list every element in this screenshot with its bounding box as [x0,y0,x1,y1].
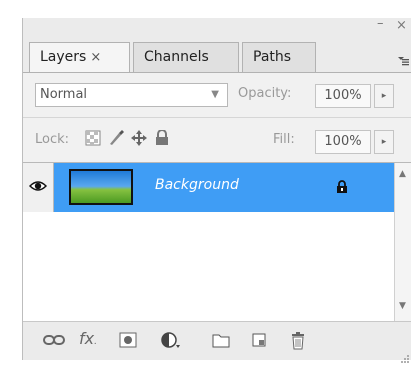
layers-panel: – × Layers × Channels Paths Normal ▼ Opac… [22,16,411,363]
new-adjustment-layer-icon[interactable] [161,332,183,352]
visibility-toggle[interactable] [23,163,54,212]
lock-all-icon[interactable] [155,129,169,148]
layer-name[interactable]: Background [155,177,239,193]
opacity-slider-button[interactable]: ▸ [374,84,394,108]
fill-input[interactable]: 100% [315,130,371,154]
new-layer-icon[interactable] [251,332,267,352]
opacity-input[interactable]: 100% [315,84,371,108]
resize-grip-icon[interactable] [401,348,410,367]
lock-fill-row: Lock: Fill: 100% ▸ [23,118,411,162]
delete-layer-icon[interactable] [290,332,306,352]
tab-channels[interactable]: Channels [133,42,239,72]
panel-menu-icon[interactable] [397,56,409,68]
tab-paths-label: Paths [253,49,292,65]
dropdown-arrow-icon: ▼ [211,89,219,100]
scroll-down-arrow-icon[interactable]: ▼ [399,301,406,311]
minimize-button[interactable]: – [377,16,384,31]
tab-paths[interactable]: Paths [242,42,316,72]
blend-opacity-row: Normal ▼ Opacity: 100% ▸ [23,73,411,117]
panel-titlebar: – × [23,16,411,40]
layer-thumbnail[interactable] [69,169,133,205]
layers-scrollbar[interactable]: ▲ ▼ [394,163,411,321]
layers-list: Background [23,163,394,321]
close-button[interactable]: × [396,18,407,33]
fill-label: Fill: [273,132,295,147]
fill-slider-button[interactable]: ▸ [374,130,394,154]
tab-layers[interactable]: Layers × [29,42,130,73]
scroll-up-arrow-icon[interactable]: ▲ [399,169,406,179]
add-layer-mask-icon[interactable] [119,332,137,352]
tab-close-icon[interactable]: × [90,50,101,65]
eye-icon [29,181,47,191]
blend-mode-value: Normal [40,87,88,102]
lock-transparent-pixels-icon[interactable] [85,130,101,148]
layer-lock-icon [336,179,348,198]
lock-image-pixels-icon[interactable] [108,130,124,148]
lock-position-icon[interactable] [131,130,147,148]
add-layer-style-icon[interactable]: fx. [79,329,97,349]
link-layers-icon[interactable] [43,332,65,352]
panel-body: Normal ▼ Opacity: 100% ▸ Lock: Fill: 100… [23,73,411,363]
tab-channels-label: Channels [144,49,209,65]
tab-layers-label: Layers [40,49,87,65]
window-left-edge [0,0,22,360]
new-group-icon[interactable] [212,332,230,352]
blend-mode-select[interactable]: Normal ▼ [35,83,228,107]
lock-label: Lock: [35,132,70,147]
opacity-label: Opacity: [238,86,292,101]
layer-row[interactable]: Background [23,163,394,212]
panel-footer: fx. [23,321,411,363]
